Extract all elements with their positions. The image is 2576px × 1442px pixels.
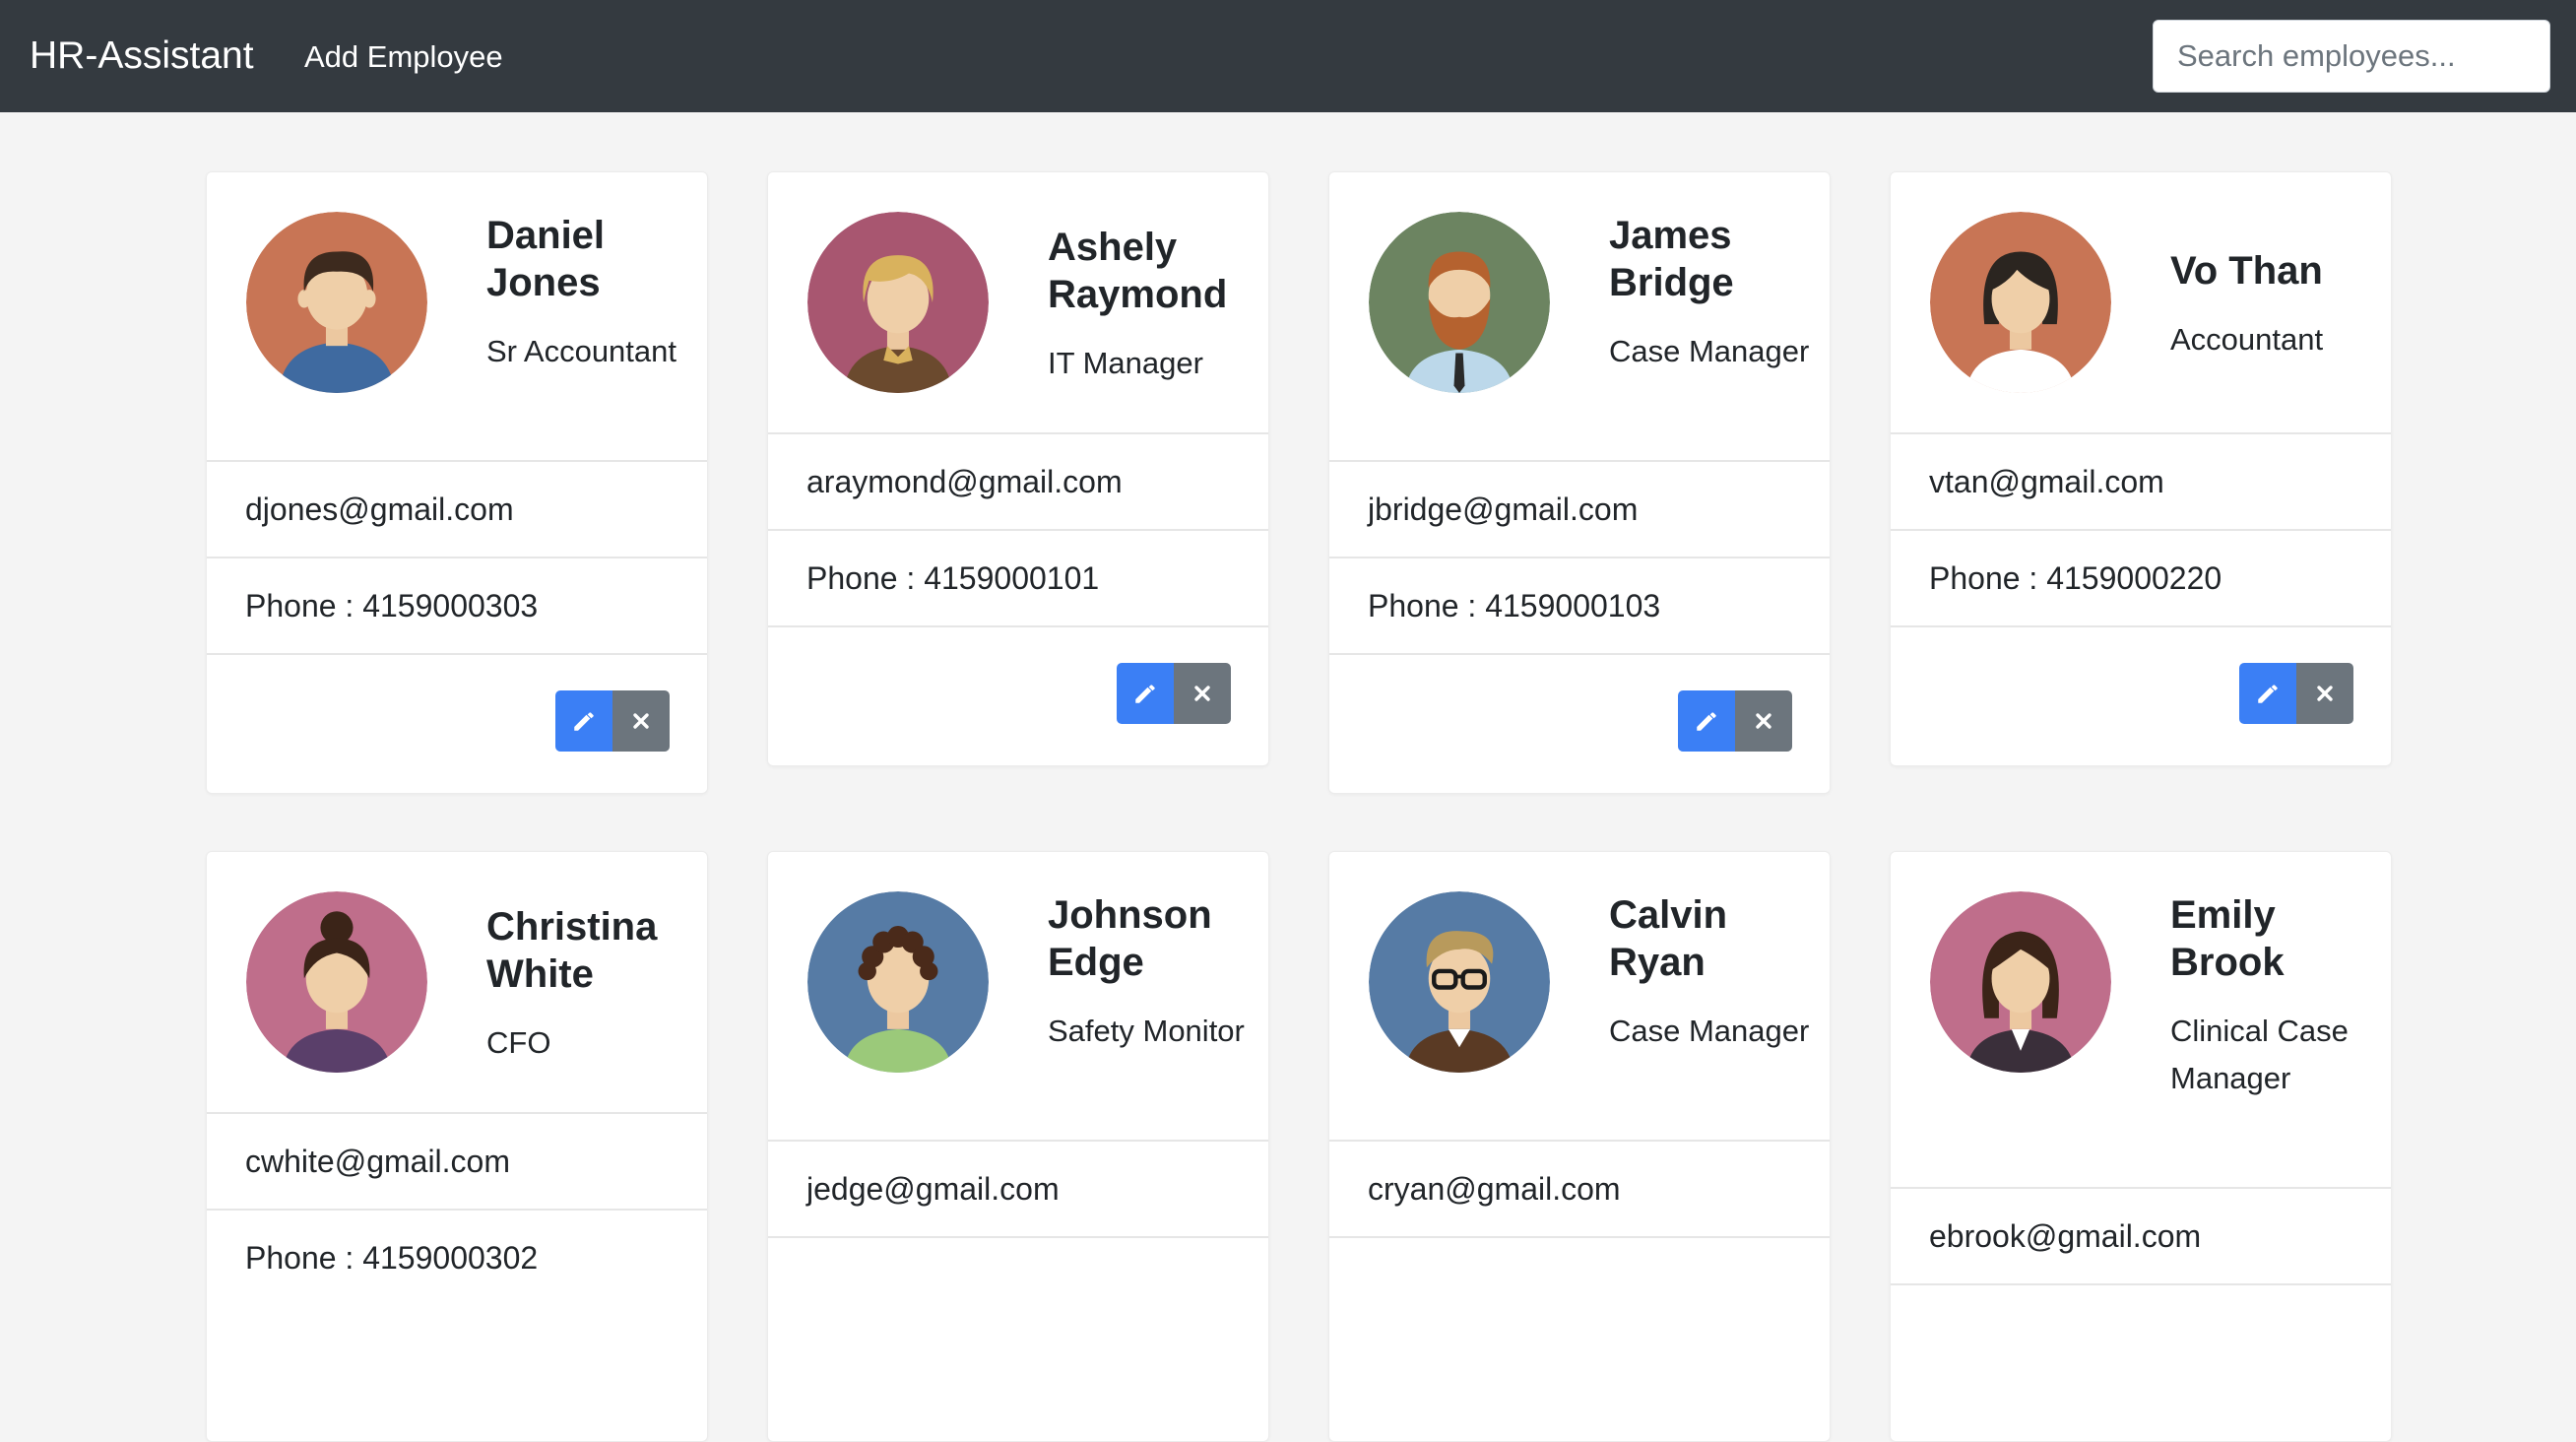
employee-title: Accountant [2170, 322, 2324, 357]
employee-phone: Phone : 4159000220 [1891, 529, 2391, 625]
close-icon [1194, 686, 1210, 701]
employee-phone: Phone : 4159000103 [1329, 557, 1830, 653]
employee-title: Clinical Case Manager [2170, 1014, 2349, 1095]
employee-email: jbridge@gmail.com [1329, 460, 1830, 557]
employee-title: CFO [486, 1025, 551, 1060]
employee-title: Safety Monitor [1048, 1014, 1245, 1048]
employee-card: Ashely Raymond IT Manager araymond@gmail… [767, 171, 1269, 766]
delete-button[interactable] [612, 690, 670, 752]
employee-name: Vo Than [2170, 249, 2323, 293]
pencil-icon [2258, 685, 2278, 703]
employee-phone [1329, 1236, 1830, 1333]
employee-email: cryan@gmail.com [1329, 1140, 1830, 1236]
employee-title: Sr Accountant [486, 334, 677, 368]
employee-card: James Bridge Case Manager jbridge@gmail.… [1328, 171, 1831, 794]
card-actions [1329, 653, 1830, 791]
employee-title: Case Manager [1609, 1014, 1810, 1048]
close-icon [633, 713, 649, 729]
pencil-icon [574, 712, 594, 731]
navbar: HR-Assistant Add Employee [0, 0, 2576, 112]
employee-card: Christina White CFO cwhite@gmail.com Pho… [206, 851, 708, 1442]
employee-card: Johnson Edge Safety Monitor jedge@gmail.… [767, 851, 1269, 1442]
add-employee-link[interactable]: Add Employee [304, 35, 503, 79]
card-actions [768, 625, 1268, 763]
employee-name: Ashely Raymond [1048, 226, 1228, 316]
employee-title: IT Manager [1048, 346, 1203, 380]
pencil-icon [1697, 712, 1716, 731]
employee-card: Daniel Jones Sr Accountant djones@gmail.… [206, 171, 708, 794]
avatar [1930, 212, 2111, 393]
employee-email: vtan@gmail.com [1891, 432, 2391, 529]
close-icon [2317, 686, 2333, 701]
close-icon [1756, 713, 1771, 729]
employee-phone: Phone : 4159000303 [207, 557, 707, 653]
avatar [807, 212, 989, 393]
employee-email: jedge@gmail.com [768, 1140, 1268, 1236]
employee-name: Calvin Ryan [1609, 893, 1728, 984]
employee-phone: Phone : 4159000302 [207, 1209, 707, 1305]
search-input[interactable] [2153, 20, 2550, 93]
employee-email: araymond@gmail.com [768, 432, 1268, 529]
action-button-group [2239, 663, 2353, 724]
employee-name: James Bridge [1609, 214, 1734, 304]
avatar [246, 212, 427, 393]
employee-name: Daniel Jones [486, 214, 606, 304]
avatar [1369, 891, 1550, 1073]
edit-button[interactable] [555, 690, 612, 752]
employee-email: cwhite@gmail.com [207, 1112, 707, 1209]
card-actions [1891, 625, 2391, 763]
employee-title: Case Manager [1609, 334, 1810, 368]
employee-email: djones@gmail.com [207, 460, 707, 557]
employee-phone: Phone : 4159000101 [768, 529, 1268, 625]
employee-phone [768, 1236, 1268, 1333]
delete-button[interactable] [1174, 663, 1231, 724]
pencil-icon [1135, 685, 1155, 703]
card-actions [207, 653, 707, 791]
employee-card: Emily Brook Clinical Case Manager ebrook… [1890, 851, 2392, 1442]
employee-name: Emily Brook [2170, 893, 2285, 984]
employee-phone [1891, 1283, 2391, 1380]
employee-card: Calvin Ryan Case Manager cryan@gmail.com [1328, 851, 1831, 1442]
employee-name: Christina White [486, 905, 658, 996]
avatar [807, 891, 989, 1073]
employee-email: ebrook@gmail.com [1891, 1187, 2391, 1283]
avatar [1930, 891, 2111, 1073]
edit-button[interactable] [1678, 690, 1735, 752]
action-button-group [1678, 690, 1792, 752]
avatar [1369, 212, 1550, 393]
action-button-group [555, 690, 670, 752]
brand-logo[interactable]: HR-Assistant [30, 32, 254, 81]
edit-button[interactable] [2239, 663, 2296, 724]
delete-button[interactable] [1735, 690, 1792, 752]
edit-button[interactable] [1117, 663, 1174, 724]
avatar [246, 891, 427, 1073]
delete-button[interactable] [2296, 663, 2353, 724]
action-button-group [1117, 663, 1231, 724]
employee-card: Vo Than Accountant vtan@gmail.com Phone … [1890, 171, 2392, 766]
employee-name: Johnson Edge [1048, 893, 1212, 984]
